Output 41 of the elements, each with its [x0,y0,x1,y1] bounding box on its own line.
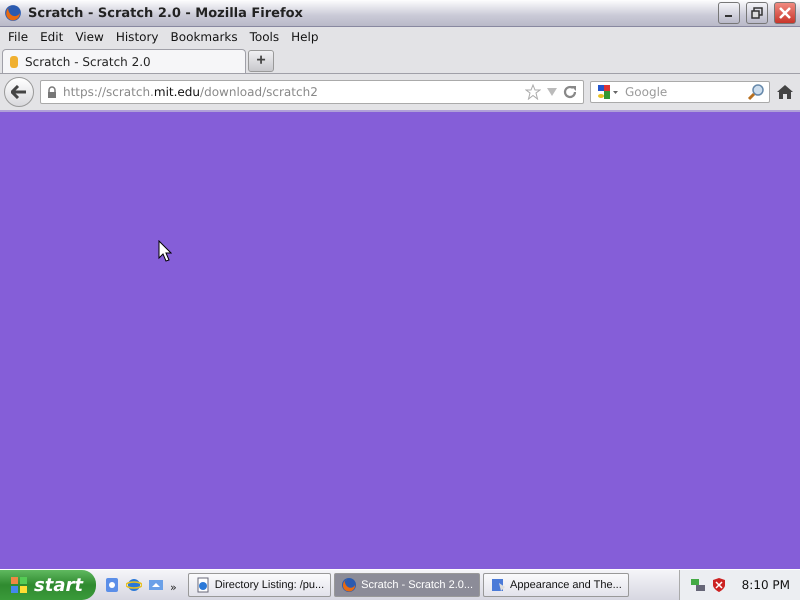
shield-icon[interactable] [712,577,726,593]
menu-item[interactable]: History [110,30,165,44]
cursor-icon [158,240,172,262]
menu-item[interactable]: Edit [34,30,70,44]
new-tab-button[interactable]: + [248,50,274,72]
url-text: https://scratch.mit.edu/download/scratch2 [63,85,319,99]
taskbar-button[interactable]: Appearance and The... [483,573,629,597]
menu-item[interactable]: Help [285,30,324,44]
restore-icon [751,7,763,19]
search-icon[interactable] [747,83,765,101]
panel-icon [490,577,506,593]
taskbar-button[interactable]: Directory Listing: /pu... [188,573,332,597]
back-button[interactable] [4,77,34,107]
window-title: Scratch - Scratch 2.0 - Mozilla Firefox [28,6,304,20]
close-icon [779,7,791,19]
tab-label: Scratch - Scratch 2.0 [25,54,151,68]
menu-item[interactable]: View [69,30,110,44]
menu-item[interactable]: Tools [244,30,286,44]
menu-item[interactable]: Bookmarks [164,30,244,44]
globe-icon [4,4,22,22]
menu-item[interactable]: File [2,30,34,44]
address-bar[interactable]: https://scratch.mit.edu/download/scratch2 [40,80,584,104]
browser-tab[interactable]: Scratch - Scratch 2.0 [2,49,246,73]
star-icon[interactable] [525,84,541,100]
close-button[interactable] [774,2,796,24]
back-arrow-icon [11,85,27,99]
globe-icon[interactable] [126,577,142,593]
search-engine-icon [595,84,619,100]
windows-logo-icon [10,576,28,594]
home-icon[interactable] [776,84,794,100]
start-button[interactable]: start [0,570,96,600]
clock: 8:10 PM [742,578,790,592]
search-bar[interactable]: Google [590,81,770,103]
more-icon[interactable]: » [170,580,177,594]
reload-icon[interactable] [563,85,577,99]
minimize-button[interactable] [718,2,740,24]
lock-icon [47,86,57,98]
globe-icon [341,577,358,593]
desktop-icon[interactable] [148,577,164,593]
site-icon [9,54,19,68]
restore-button[interactable] [746,2,768,24]
